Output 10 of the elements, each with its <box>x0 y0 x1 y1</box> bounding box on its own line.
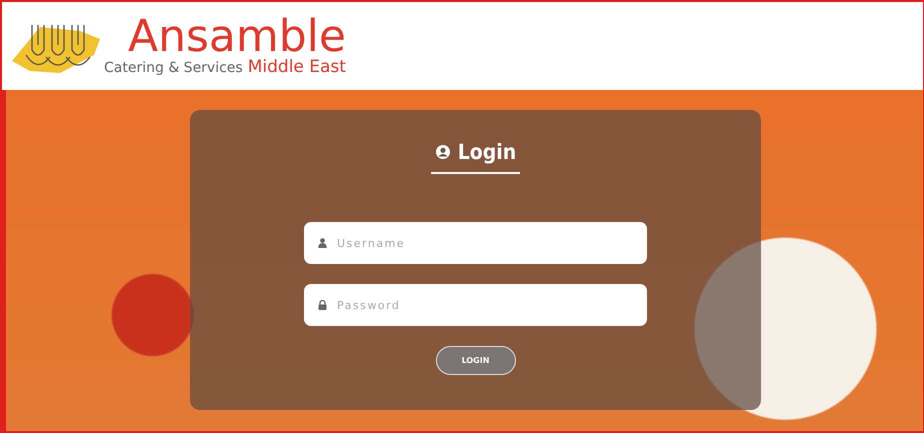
logo-region: Middle East <box>248 57 346 77</box>
username-field[interactable]: Username <box>304 222 647 264</box>
login-button[interactable]: LOGIN <box>436 346 516 375</box>
password-field[interactable]: Password <box>304 284 647 326</box>
user-icon <box>318 238 327 248</box>
lock-icon <box>318 300 327 310</box>
user-circle-icon <box>434 144 451 160</box>
logo-name: Ansamble <box>128 15 346 59</box>
login-title: Login <box>458 140 516 164</box>
logo-tagline: Catering & Services <box>104 60 243 76</box>
